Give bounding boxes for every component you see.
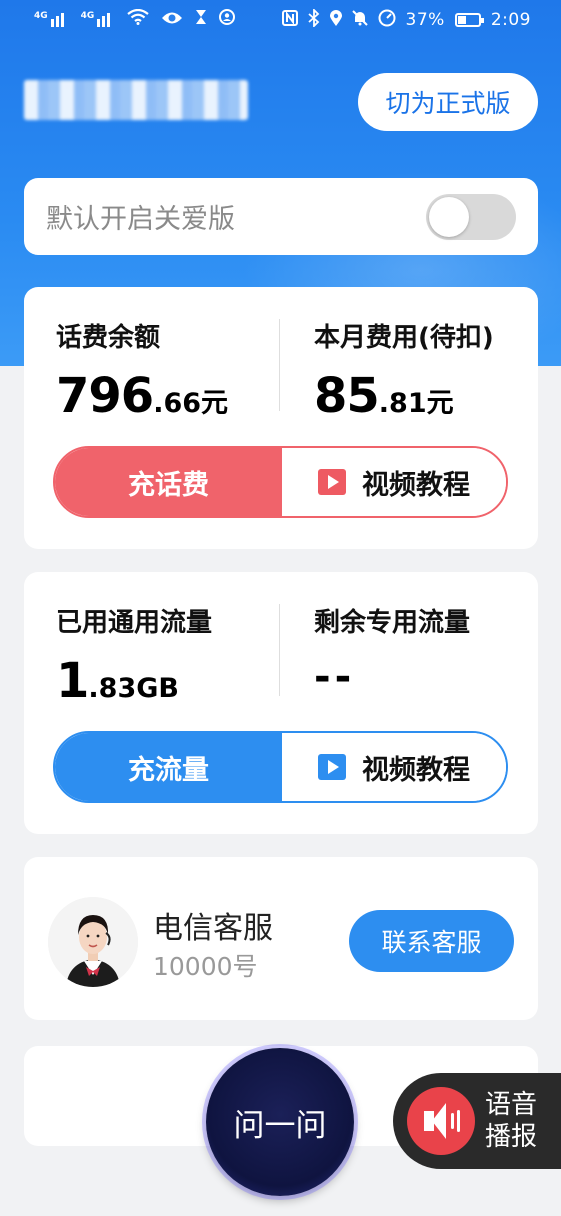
- recharge-button-group: 充话费 视频教程: [53, 446, 508, 518]
- video-tutorial-label: 视频教程: [362, 754, 470, 786]
- speaker-icon: [407, 1087, 475, 1155]
- contact-service-button[interactable]: 联系客服: [349, 910, 514, 972]
- voice-broadcast-label: 语音播报: [485, 1090, 538, 1152]
- location-icon: [329, 10, 342, 30]
- divider: [279, 319, 280, 411]
- play-icon: [318, 754, 346, 780]
- remaining-data-amount: --: [314, 654, 356, 700]
- status-bar: 4G 4G 37% 2:09: [0, 0, 561, 40]
- video-tutorial-button[interactable]: 视频教程: [282, 448, 506, 516]
- battery-percent: 37%: [405, 10, 445, 30]
- signal-icon: 4G: [34, 11, 69, 27]
- video-tutorial-button[interactable]: 视频教程: [282, 733, 506, 801]
- account-number-blurred: [24, 80, 248, 120]
- divider: [279, 604, 280, 696]
- data-usage-card: 已用通用流量 1.83GB 剩余专用流量 -- 充流量 视频教程: [24, 572, 538, 834]
- eye-icon: [161, 10, 183, 29]
- service-number: 10000号: [153, 952, 258, 981]
- wifi-icon: [127, 8, 149, 29]
- mute-icon: [351, 10, 368, 30]
- play-icon: [318, 469, 346, 495]
- speed-icon: [378, 9, 396, 31]
- monthly-fee-title: 本月费用(待扣): [314, 323, 494, 353]
- data-recharge-button-group: 充流量 视频教程: [53, 731, 508, 803]
- monthly-fee-column: 本月费用(待扣) 85.81元: [314, 317, 494, 420]
- used-data-title: 已用通用流量: [56, 608, 213, 638]
- bluetooth-icon: [307, 7, 320, 31]
- clock: 2:09: [490, 10, 531, 30]
- remaining-data-column: 剩余专用流量 --: [314, 602, 470, 697]
- switch-to-standard-button[interactable]: 切为正式版: [358, 73, 538, 131]
- used-data-column: 已用通用流量 1.83GB: [56, 602, 212, 705]
- balance-amount: 796.66元: [56, 368, 229, 424]
- monthly-fee-amount: 85.81元: [314, 368, 454, 424]
- balance-card: 话费余额 796.66元 本月费用(待扣) 85.81元 充话费 视频教程: [24, 287, 538, 549]
- nfc-icon: [281, 10, 298, 30]
- care-mode-label: 默认开启关爱版: [46, 204, 235, 235]
- care-mode-bar: 默认开启关爱版: [24, 178, 538, 255]
- toggle-knob: [429, 197, 469, 237]
- voice-broadcast-button[interactable]: 语音播报: [393, 1073, 561, 1169]
- used-data-amount: 1.83GB: [56, 653, 179, 709]
- service-agent-avatar: [48, 897, 138, 987]
- shield-icon: [219, 9, 236, 29]
- signal-icon: 4G: [81, 11, 116, 27]
- customer-service-card: 电信客服 10000号 联系客服: [24, 857, 538, 1020]
- hourglass-icon: [195, 9, 207, 29]
- remaining-data-title: 剩余专用流量: [314, 608, 471, 638]
- recharge-fee-button[interactable]: 充话费: [55, 448, 282, 516]
- balance-column: 话费余额 796.66元: [56, 317, 228, 420]
- video-tutorial-label: 视频教程: [362, 469, 470, 501]
- service-name: 电信客服: [153, 911, 273, 946]
- battery-icon: [454, 13, 484, 27]
- ask-assistant-button[interactable]: 问一问: [206, 1048, 354, 1196]
- recharge-data-button[interactable]: 充流量: [55, 733, 282, 801]
- balance-title: 话费余额: [56, 323, 161, 353]
- care-mode-toggle[interactable]: [426, 194, 516, 240]
